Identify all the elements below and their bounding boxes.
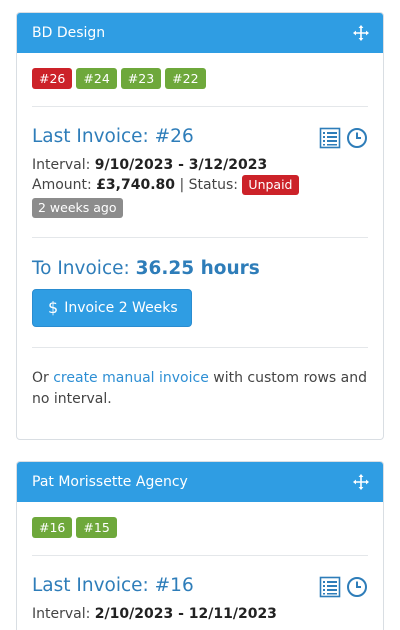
manual-invoice-text: Or create manual invoice with custom row… <box>32 368 368 410</box>
card-header[interactable]: Pat Morissette Agency <box>17 462 383 502</box>
interval-line: Interval: 9/10/2023 - 3/12/2023 <box>32 155 368 175</box>
interval-value: 9/10/2023 - 3/12/2023 <box>94 157 268 173</box>
interval-label: Interval: <box>32 157 91 173</box>
client-name: BD Design <box>32 25 106 41</box>
interval-line: Interval: 2/10/2023 - 12/11/2023 <box>32 604 368 624</box>
clock-icon[interactable] <box>346 127 368 149</box>
invoice-tag[interactable]: #16 <box>32 517 73 538</box>
invoice-tag[interactable]: #24 <box>76 68 117 89</box>
divider <box>32 106 368 107</box>
invoice-tag[interactable]: #22 <box>165 68 206 89</box>
invoice-tag[interactable]: #15 <box>76 517 117 538</box>
move-icon[interactable] <box>353 25 369 41</box>
to-invoice-hours: 36.25 hours <box>135 257 260 279</box>
manual-prefix: Or <box>32 369 49 386</box>
invoice-tag[interactable]: #23 <box>120 68 162 89</box>
to-invoice-title: To Invoice: 36.25 hours <box>32 258 368 279</box>
invoice-button-label: Invoice 2 Weeks <box>64 299 178 316</box>
invoice-tags: #16 #15 <box>32 517 368 538</box>
clock-icon[interactable] <box>346 576 368 598</box>
invoice-2-weeks-button[interactable]: $ Invoice 2 Weeks <box>32 288 192 327</box>
to-invoice-section: To Invoice: 36.25 hours $ Invoice 2 Week… <box>32 258 368 327</box>
divider <box>32 346 368 348</box>
status-label: | Status: <box>179 177 238 193</box>
client-name: Pat Morissette Agency <box>32 474 188 490</box>
amount-value: £3,740.80 <box>96 177 176 193</box>
amount-line: Amount: £3,740.80 | Status: Unpaid <box>32 175 368 195</box>
invoice-tags: #26 #24 #23 #22 <box>32 68 368 89</box>
last-invoice-title: Last Invoice: #16 <box>32 575 194 596</box>
move-icon[interactable] <box>353 474 369 490</box>
client-card: Pat Morissette Agency #16 #15 Last Invoi… <box>16 461 384 630</box>
last-invoice-section: Last Invoice: #16 Interval: 2/10/2023 - … <box>32 575 368 624</box>
status-badge: Unpaid <box>242 175 299 195</box>
list-icon[interactable] <box>319 576 341 598</box>
amount-label: Amount: <box>32 177 92 193</box>
divider <box>32 555 368 556</box>
interval-value: 2/10/2023 - 12/11/2023 <box>94 606 277 622</box>
last-invoice-title: Last Invoice: #26 <box>32 126 194 147</box>
card-header[interactable]: BD Design <box>17 13 383 53</box>
invoice-tag[interactable]: #26 <box>32 68 73 89</box>
dollar-icon: $ <box>48 298 59 317</box>
to-invoice-label: To Invoice: <box>32 257 130 279</box>
list-icon[interactable] <box>319 127 341 149</box>
create-manual-invoice-link[interactable]: create manual invoice <box>53 370 209 386</box>
interval-label: Interval: <box>32 606 91 622</box>
client-card: BD Design #26 #24 #23 #22 Last Invoice: … <box>16 12 384 440</box>
divider <box>32 236 368 238</box>
time-ago-badge: 2 weeks ago <box>32 197 123 218</box>
last-invoice-section: Last Invoice: #26 Interval: 9/10/2023 - … <box>32 126 368 218</box>
